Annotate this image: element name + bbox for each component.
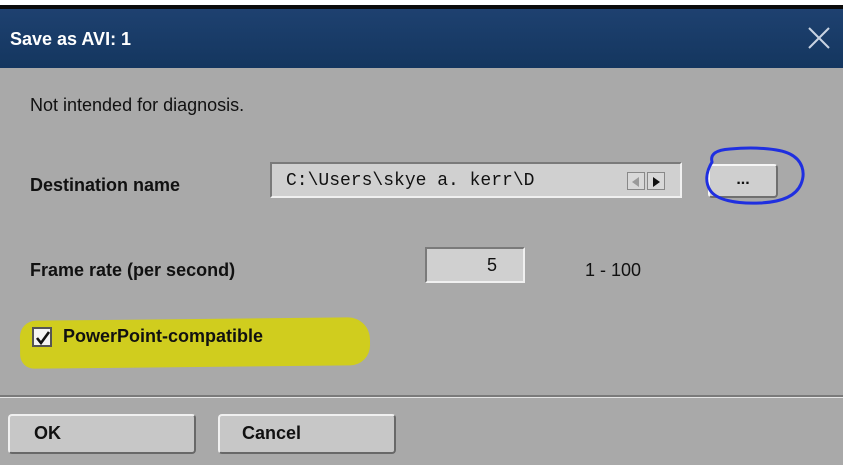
- save-as-avi-dialog: Save as AVI: 1 Not intended for diagnosi…: [0, 9, 843, 465]
- footer-divider: [0, 395, 843, 398]
- title-bar: Save as AVI: 1: [0, 9, 843, 68]
- frame-rate-input[interactable]: 5: [425, 247, 525, 283]
- close-icon[interactable]: [806, 25, 832, 51]
- destination-name-value: C:\Users\skye a. kerr\D: [286, 171, 535, 191]
- cancel-button[interactable]: Cancel: [218, 414, 396, 454]
- destination-name-label: Destination name: [30, 175, 181, 195]
- disclaimer-text: Not intended for diagnosis.: [30, 95, 245, 115]
- powerpoint-compatible-label[interactable]: PowerPoint-compatible: [63, 326, 263, 347]
- frame-rate-label: Frame rate (per second): [30, 260, 236, 280]
- ok-button[interactable]: OK: [8, 414, 196, 454]
- destination-name-field[interactable]: C:\Users\skye a. kerr\D: [270, 162, 682, 198]
- scroll-left-icon[interactable]: [627, 172, 645, 190]
- scroll-right-icon[interactable]: [647, 172, 665, 190]
- checkmark-icon: [35, 331, 51, 346]
- browse-button[interactable]: ...: [708, 164, 778, 198]
- top-border: [0, 0, 843, 9]
- powerpoint-compatible-checkbox[interactable]: [32, 327, 52, 347]
- dialog-title: Save as AVI: 1: [10, 29, 132, 49]
- frame-rate-range: 1 - 100: [585, 260, 642, 280]
